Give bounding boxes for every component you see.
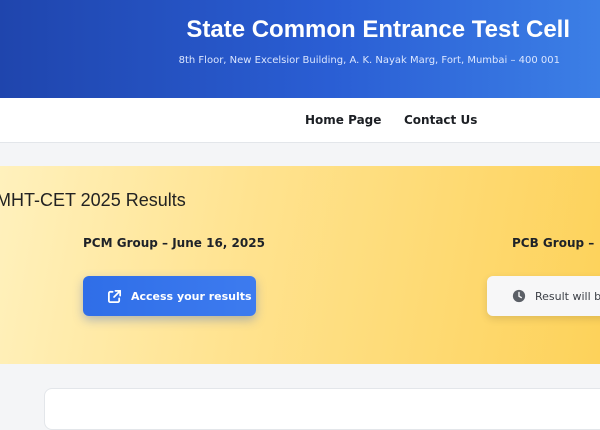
results-title: MHT-CET 2025 Results [0, 190, 186, 210]
site-address: 8th Floor, New Excelsior Building, A. K.… [178, 55, 560, 66]
info-card [44, 388, 600, 430]
nav-contact-link[interactable]: Contact Us [404, 113, 477, 127]
pcb-group-heading: PCB Group – [512, 236, 595, 250]
pending-result-label: Result will be [535, 289, 600, 303]
pcm-group-heading: PCM Group – June 16, 2025 [83, 236, 265, 250]
site-title: State Common Entrance Test Cell [186, 16, 570, 43]
clock-icon [512, 289, 526, 303]
site-header: State Common Entrance Test Cell 8th Floo… [0, 0, 600, 98]
pcb-result-pending-button: Result will be [487, 276, 600, 316]
main-navbar: Home Page Contact Us [0, 98, 600, 143]
nav-home-link[interactable]: Home Page [305, 113, 381, 127]
external-link-icon [107, 289, 122, 304]
access-results-button[interactable]: Access your results [83, 276, 256, 316]
access-results-label: Access your results [131, 289, 252, 303]
results-panel: MHT-CET 2025 Results PCM Group – June 16… [0, 166, 600, 364]
